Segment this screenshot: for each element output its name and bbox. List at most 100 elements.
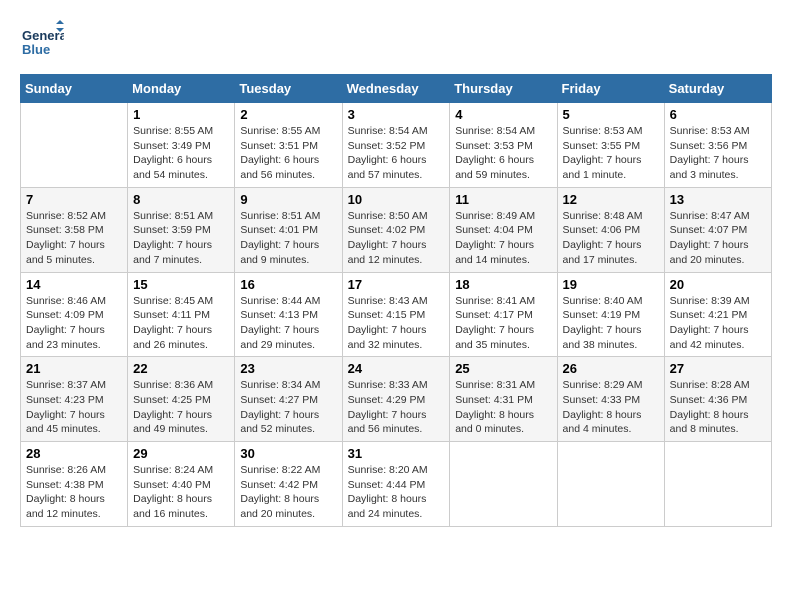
- day-info: Sunrise: 8:55 AMSunset: 3:49 PMDaylight:…: [133, 124, 229, 183]
- day-info: Sunrise: 8:28 AMSunset: 4:36 PMDaylight:…: [670, 378, 766, 437]
- day-cell: 8 Sunrise: 8:51 AMSunset: 3:59 PMDaylight…: [128, 187, 235, 272]
- day-info: Sunrise: 8:51 AMSunset: 3:59 PMDaylight:…: [133, 209, 229, 268]
- col-header-saturday: Saturday: [664, 75, 771, 103]
- day-cell: [21, 103, 128, 188]
- day-number: 6: [670, 107, 766, 122]
- day-cell: 23 Sunrise: 8:34 AMSunset: 4:27 PMDayligh…: [235, 357, 342, 442]
- day-info: Sunrise: 8:41 AMSunset: 4:17 PMDaylight:…: [455, 294, 551, 353]
- day-number: 16: [240, 277, 336, 292]
- day-cell: 3Sunrise: 8:54 AMSunset: 3:52 PMDaylight…: [342, 103, 450, 188]
- col-header-friday: Friday: [557, 75, 664, 103]
- week-row-4: 21 Sunrise: 8:37 AMSunset: 4:23 PMDayligh…: [21, 357, 772, 442]
- day-info: Sunrise: 8:33 AMSunset: 4:29 PMDaylight:…: [348, 378, 445, 437]
- week-row-2: 7 Sunrise: 8:52 AMSunset: 3:58 PMDaylight…: [21, 187, 772, 272]
- day-number: 23: [240, 361, 336, 376]
- day-info: Sunrise: 8:39 AMSunset: 4:21 PMDaylight:…: [670, 294, 766, 353]
- day-number: 27: [670, 361, 766, 376]
- col-header-sunday: Sunday: [21, 75, 128, 103]
- day-cell: 24Sunrise: 8:33 AMSunset: 4:29 PMDayligh…: [342, 357, 450, 442]
- day-cell: 28 Sunrise: 8:26 AMSunset: 4:38 PMDayligh…: [21, 442, 128, 527]
- day-number: 30: [240, 446, 336, 461]
- day-cell: 10 Sunrise: 8:50 AMSunset: 4:02 PMDayligh…: [342, 187, 450, 272]
- col-header-tuesday: Tuesday: [235, 75, 342, 103]
- day-number: 8: [133, 192, 229, 207]
- day-info: Sunrise: 8:43 AMSunset: 4:15 PMDaylight:…: [348, 294, 445, 353]
- day-number: 28: [26, 446, 122, 461]
- day-cell: 17 Sunrise: 8:43 AMSunset: 4:15 PMDayligh…: [342, 272, 450, 357]
- logo-svg: General Blue: [20, 20, 64, 64]
- day-number: 5: [563, 107, 659, 122]
- logo: General Blue: [20, 20, 64, 64]
- day-info: Sunrise: 8:20 AMSunset: 4:44 PMDaylight:…: [348, 463, 445, 522]
- day-info: Sunrise: 8:24 AMSunset: 4:40 PMDaylight:…: [133, 463, 229, 522]
- col-header-monday: Monday: [128, 75, 235, 103]
- day-number: 10: [348, 192, 445, 207]
- day-number: 7: [26, 192, 122, 207]
- day-cell: 12 Sunrise: 8:48 AMSunset: 4:06 PMDayligh…: [557, 187, 664, 272]
- page-header: General Blue: [20, 20, 772, 64]
- day-cell: 22Sunrise: 8:36 AMSunset: 4:25 PMDayligh…: [128, 357, 235, 442]
- day-info: Sunrise: 8:53 AMSunset: 3:55 PMDaylight:…: [563, 124, 659, 183]
- day-info: Sunrise: 8:44 AMSunset: 4:13 PMDaylight:…: [240, 294, 336, 353]
- day-number: 21: [26, 361, 122, 376]
- day-cell: 25 Sunrise: 8:31 AMSunset: 4:31 PMDayligh…: [450, 357, 557, 442]
- day-number: 3: [348, 107, 445, 122]
- day-info: Sunrise: 8:29 AMSunset: 4:33 PMDaylight:…: [563, 378, 659, 437]
- day-number: 13: [670, 192, 766, 207]
- col-header-thursday: Thursday: [450, 75, 557, 103]
- day-cell: 27 Sunrise: 8:28 AMSunset: 4:36 PMDayligh…: [664, 357, 771, 442]
- day-cell: 4 Sunrise: 8:54 AMSunset: 3:53 PMDaylight…: [450, 103, 557, 188]
- day-number: 9: [240, 192, 336, 207]
- header-row: SundayMondayTuesdayWednesdayThursdayFrid…: [21, 75, 772, 103]
- col-header-wednesday: Wednesday: [342, 75, 450, 103]
- day-cell: 1 Sunrise: 8:55 AMSunset: 3:49 PMDaylight…: [128, 103, 235, 188]
- day-cell: 19 Sunrise: 8:40 AMSunset: 4:19 PMDayligh…: [557, 272, 664, 357]
- day-number: 18: [455, 277, 551, 292]
- day-info: Sunrise: 8:40 AMSunset: 4:19 PMDaylight:…: [563, 294, 659, 353]
- day-cell: 31 Sunrise: 8:20 AMSunset: 4:44 PMDayligh…: [342, 442, 450, 527]
- day-number: 14: [26, 277, 122, 292]
- day-info: Sunrise: 8:53 AMSunset: 3:56 PMDaylight:…: [670, 124, 766, 183]
- day-number: 17: [348, 277, 445, 292]
- day-number: 25: [455, 361, 551, 376]
- day-info: Sunrise: 8:34 AMSunset: 4:27 PMDaylight:…: [240, 378, 336, 437]
- day-info: Sunrise: 8:54 AMSunset: 3:53 PMDaylight:…: [455, 124, 551, 183]
- day-cell: 21 Sunrise: 8:37 AMSunset: 4:23 PMDayligh…: [21, 357, 128, 442]
- day-number: 15: [133, 277, 229, 292]
- day-cell: 2 Sunrise: 8:55 AMSunset: 3:51 PMDaylight…: [235, 103, 342, 188]
- day-info: Sunrise: 8:47 AMSunset: 4:07 PMDaylight:…: [670, 209, 766, 268]
- day-info: Sunrise: 8:31 AMSunset: 4:31 PMDaylight:…: [455, 378, 551, 437]
- day-cell: 6 Sunrise: 8:53 AMSunset: 3:56 PMDaylight…: [664, 103, 771, 188]
- day-cell: [664, 442, 771, 527]
- day-number: 12: [563, 192, 659, 207]
- week-row-5: 28 Sunrise: 8:26 AMSunset: 4:38 PMDayligh…: [21, 442, 772, 527]
- day-cell: [557, 442, 664, 527]
- day-number: 11: [455, 192, 551, 207]
- week-row-1: 1 Sunrise: 8:55 AMSunset: 3:49 PMDaylight…: [21, 103, 772, 188]
- day-cell: 18 Sunrise: 8:41 AMSunset: 4:17 PMDayligh…: [450, 272, 557, 357]
- day-number: 26: [563, 361, 659, 376]
- day-info: Sunrise: 8:52 AMSunset: 3:58 PMDaylight:…: [26, 209, 122, 268]
- day-number: 31: [348, 446, 445, 461]
- day-info: Sunrise: 8:22 AMSunset: 4:42 PMDaylight:…: [240, 463, 336, 522]
- day-number: 29: [133, 446, 229, 461]
- day-cell: 5 Sunrise: 8:53 AMSunset: 3:55 PMDaylight…: [557, 103, 664, 188]
- day-info: Sunrise: 8:37 AMSunset: 4:23 PMDaylight:…: [26, 378, 122, 437]
- day-number: 4: [455, 107, 551, 122]
- day-cell: 30 Sunrise: 8:22 AMSunset: 4:42 PMDayligh…: [235, 442, 342, 527]
- day-info: Sunrise: 8:50 AMSunset: 4:02 PMDaylight:…: [348, 209, 445, 268]
- day-cell: 26 Sunrise: 8:29 AMSunset: 4:33 PMDayligh…: [557, 357, 664, 442]
- day-cell: 9Sunrise: 8:51 AMSunset: 4:01 PMDaylight…: [235, 187, 342, 272]
- day-info: Sunrise: 8:36 AMSunset: 4:25 PMDaylight:…: [133, 378, 229, 437]
- day-number: 19: [563, 277, 659, 292]
- day-info: Sunrise: 8:46 AMSunset: 4:09 PMDaylight:…: [26, 294, 122, 353]
- day-info: Sunrise: 8:55 AMSunset: 3:51 PMDaylight:…: [240, 124, 336, 183]
- day-cell: [450, 442, 557, 527]
- day-cell: 29 Sunrise: 8:24 AMSunset: 4:40 PMDayligh…: [128, 442, 235, 527]
- day-number: 1: [133, 107, 229, 122]
- day-cell: 20Sunrise: 8:39 AMSunset: 4:21 PMDayligh…: [664, 272, 771, 357]
- day-cell: 16 Sunrise: 8:44 AMSunset: 4:13 PMDayligh…: [235, 272, 342, 357]
- day-info: Sunrise: 8:26 AMSunset: 4:38 PMDaylight:…: [26, 463, 122, 522]
- day-number: 2: [240, 107, 336, 122]
- day-info: Sunrise: 8:48 AMSunset: 4:06 PMDaylight:…: [563, 209, 659, 268]
